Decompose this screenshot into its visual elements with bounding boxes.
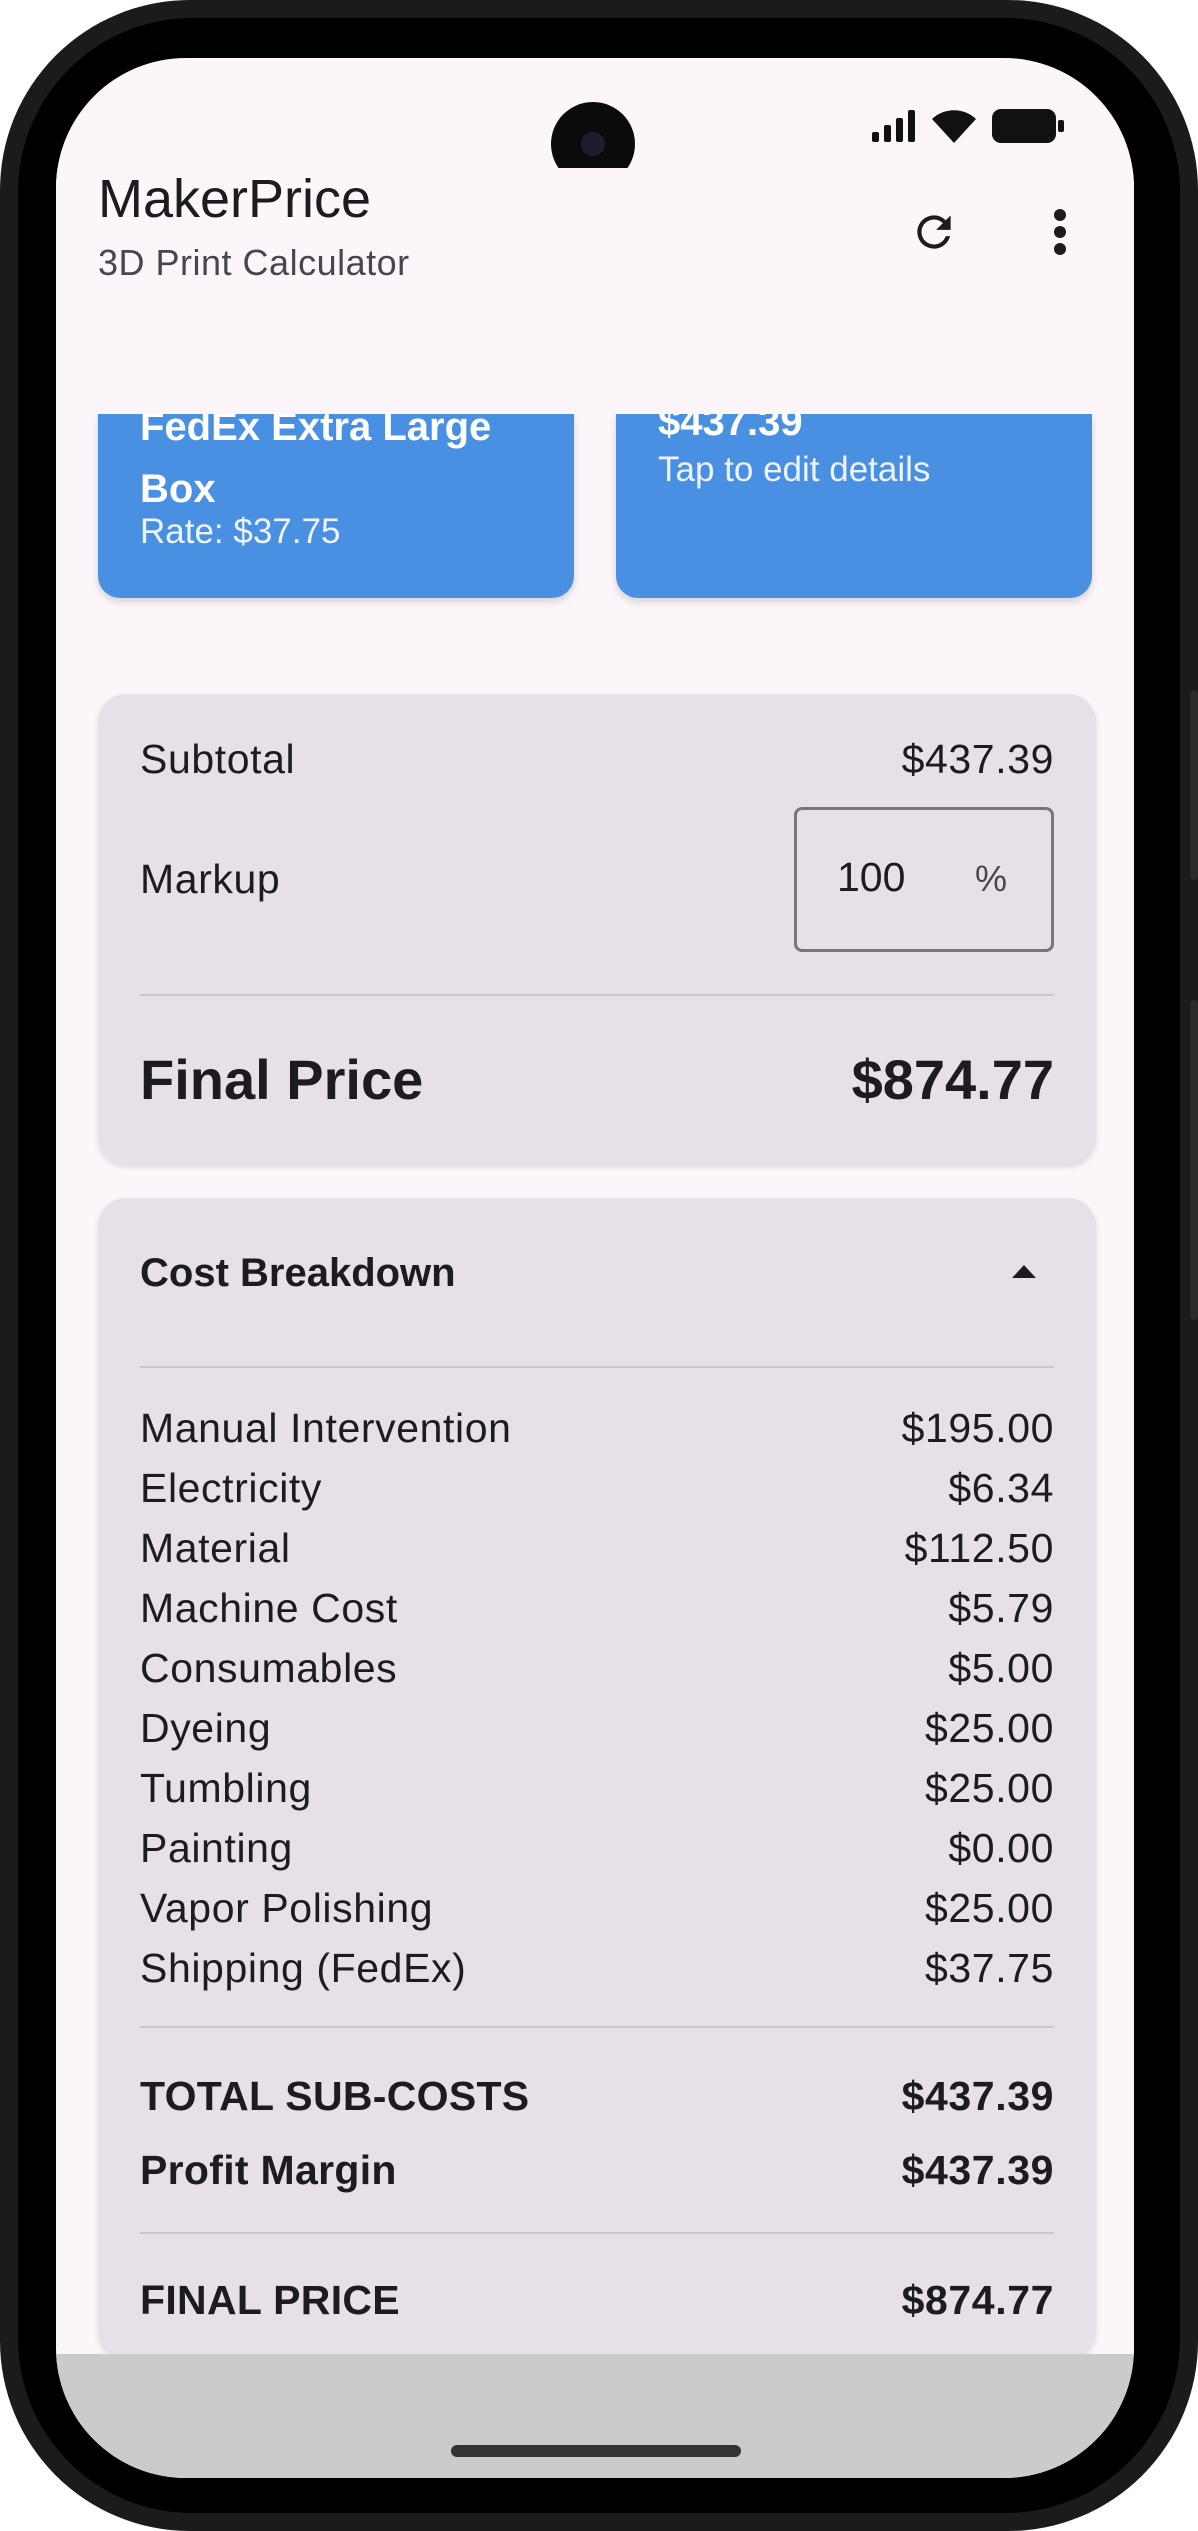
breakdown-item-value: $195.00 [901, 1404, 1054, 1451]
phone-frame: FedEx Extra Large Box Rate: $37.75 $437.… [0, 0, 1198, 2531]
app-subtitle: 3D Print Calculator [98, 242, 410, 283]
breakdown-final-divider [140, 2232, 1054, 2234]
shipping-card[interactable]: FedEx Extra Large Box Rate: $37.75 [98, 414, 574, 598]
subtotal-value: $437.39 [901, 735, 1054, 782]
breakdown-row: Machine Cost $5.79 [140, 1578, 1054, 1638]
breakdown-row: Painting $0.00 [140, 1818, 1054, 1878]
breakdown-item-value: $6.34 [948, 1464, 1054, 1511]
volume-button [1190, 690, 1198, 880]
breakdown-final-price-row: FINAL PRICE $874.77 [140, 2262, 1054, 2338]
main-content[interactable]: FedEx Extra Large Box Rate: $37.75 $437.… [56, 414, 1134, 2354]
breakdown-row: Manual Intervention $195.00 [140, 1398, 1054, 1458]
more-vert-icon [1053, 208, 1067, 261]
breakdown-item-value: $5.00 [948, 1644, 1054, 1691]
final-price-row: Final Price $874.77 [140, 1034, 1054, 1124]
breakdown-row: Tumbling $25.00 [140, 1758, 1054, 1818]
app-bar: MakerPrice 3D Print Calculator [56, 168, 1134, 414]
summary-card: Subtotal $437.39 Markup 100 % Final Pric… [98, 694, 1096, 1164]
final-price-label: Final Price [140, 1047, 424, 1111]
breakdown-list: Manual Intervention $195.00 Electricity $6.… [140, 1398, 1054, 1998]
breakdown-total-divider [140, 2026, 1054, 2028]
subtotal-label: Subtotal [140, 735, 296, 782]
subtotal-row: Subtotal $437.39 [140, 714, 1054, 804]
markup-input-value: 100 [837, 854, 906, 900]
breakdown-row: Material $112.50 [140, 1518, 1054, 1578]
refresh-button[interactable] [894, 194, 974, 274]
markup-percent-suffix: % [974, 858, 1007, 899]
shipping-title-line1: FedEx Extra Large [140, 414, 492, 449]
breakdown-item-label: Tumbling [140, 1764, 312, 1811]
shipping-rate: Rate: $37.75 [140, 512, 341, 551]
final-price-value: $874.77 [851, 1047, 1054, 1111]
navigation-bar [56, 2354, 1134, 2478]
power-button [1190, 1000, 1198, 1320]
breakdown-item-label: Dyeing [140, 1704, 272, 1751]
total-card[interactable]: $437.39 Tap to edit details [616, 414, 1092, 598]
breakdown-row: Vapor Polishing $25.00 [140, 1878, 1054, 1938]
breakdown-item-value: $25.00 [924, 1884, 1054, 1931]
wifi-icon [932, 109, 976, 148]
total-card-hint: Tap to edit details [658, 450, 931, 489]
home-indicator[interactable] [451, 2445, 741, 2457]
breakdown-row: Consumables $5.00 [140, 1638, 1054, 1698]
collapse-arrow-icon[interactable] [1010, 1262, 1038, 1285]
status-bar [872, 108, 1064, 148]
shipping-card-title: FedEx Extra Large Box [140, 414, 491, 520]
battery-icon [992, 108, 1064, 148]
breakdown-row: Electricity $6.34 [140, 1458, 1054, 1518]
breakdown-item-label: Shipping (FedEx) [140, 1944, 467, 1991]
breakdown-item-value: $0.00 [948, 1824, 1054, 1871]
breakdown-row: Shipping (FedEx) $37.75 [140, 1938, 1054, 1998]
signal-icon [872, 109, 916, 147]
breakdown-item-value: $112.50 [904, 1524, 1054, 1571]
breakdown-item-label: Machine Cost [140, 1584, 398, 1631]
breakdown-item-label: Material [140, 1524, 291, 1571]
total-sub-costs-label: TOTAL SUB-COSTS [140, 2072, 530, 2119]
breakdown-item-label: Painting [140, 1824, 293, 1871]
screen: FedEx Extra Large Box Rate: $37.75 $437.… [56, 58, 1134, 2478]
profit-margin-label: Profit Margin [140, 2146, 397, 2193]
app-title: MakerPrice [98, 169, 372, 229]
breakdown-item-label: Vapor Polishing [140, 1884, 434, 1931]
cost-breakdown-header[interactable]: Cost Breakdown [140, 1198, 1054, 1348]
cost-breakdown-card: Cost Breakdown Manual Intervention $195.0… [98, 1198, 1096, 2354]
breakdown-header-divider [140, 1366, 1054, 1368]
breakdown-final-price-value: $874.77 [901, 2276, 1054, 2323]
markup-label: Markup [140, 855, 281, 902]
total-card-amount: $437.39 [658, 414, 803, 444]
summary-divider [140, 994, 1054, 996]
refresh-icon [909, 207, 959, 262]
breakdown-item-label: Manual Intervention [140, 1404, 512, 1451]
profit-margin-row: Profit Margin $437.39 [140, 2132, 1054, 2208]
shipping-title-line2: Box [140, 467, 216, 511]
breakdown-item-value: $25.00 [924, 1764, 1054, 1811]
cost-breakdown-title: Cost Breakdown [140, 1250, 456, 1295]
breakdown-item-value: $37.75 [924, 1944, 1054, 1991]
breakdown-row: Dyeing $25.00 [140, 1698, 1054, 1758]
total-sub-costs-value: $437.39 [901, 2072, 1054, 2119]
breakdown-final-price-label: FINAL PRICE [140, 2276, 400, 2323]
breakdown-item-value: $25.00 [924, 1704, 1054, 1751]
total-sub-costs-row: TOTAL SUB-COSTS $437.39 [140, 2058, 1054, 2134]
more-options-button[interactable] [1020, 194, 1100, 274]
profit-margin-value: $437.39 [901, 2146, 1054, 2193]
breakdown-item-label: Electricity [140, 1464, 323, 1511]
markup-input[interactable]: 100 % [794, 807, 1054, 952]
markup-row: Markup [140, 834, 280, 924]
breakdown-item-label: Consumables [140, 1644, 398, 1691]
breakdown-item-value: $5.79 [948, 1584, 1054, 1631]
